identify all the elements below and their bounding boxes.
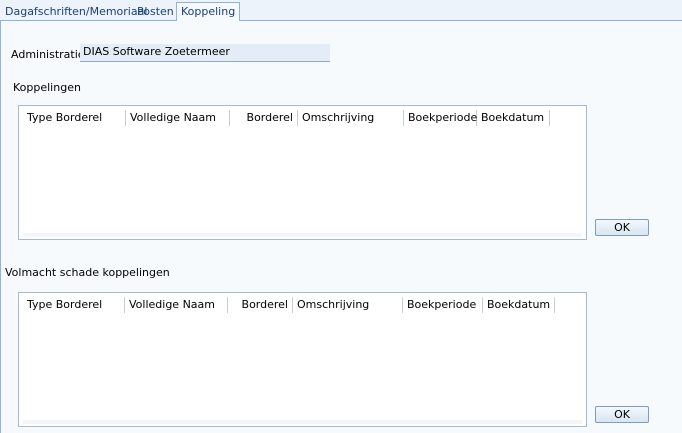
koppelingen-grid-body: Type Borderel Volledige Naam Borderel Om… bbox=[23, 110, 582, 235]
volmacht-col-boekperiode[interactable]: Boekperiode bbox=[403, 297, 483, 313]
volmacht-col-boekdatum[interactable]: Boekdatum bbox=[483, 297, 555, 313]
administratie-field[interactable]: DIAS Software Zoetermeer bbox=[80, 44, 330, 62]
tab-strip: Dagafschriften/Memoriaal Posten Koppelin… bbox=[0, 0, 682, 22]
koppelingen-col-borderel[interactable]: Borderel bbox=[230, 110, 298, 126]
tab-koppeling[interactable]: Koppeling bbox=[176, 2, 241, 22]
volmacht-grid-scrollbar[interactable] bbox=[23, 420, 582, 424]
volmacht-col-borderel[interactable]: Borderel bbox=[228, 297, 293, 313]
koppelingen-col-omschrijving[interactable]: Omschrijving bbox=[298, 110, 404, 126]
volmacht-ok-button[interactable]: OK bbox=[595, 406, 649, 423]
koppelingen-title: Koppelingen bbox=[13, 81, 81, 94]
koppeling-panel: Administratie DIAS Software Zoetermeer K… bbox=[0, 21, 682, 433]
tab-posten[interactable]: Posten bbox=[135, 4, 176, 21]
koppelingen-col-volledige-naam[interactable]: Volledige Naam bbox=[126, 110, 230, 126]
koppelingen-col-type-borderel[interactable]: Type Borderel bbox=[23, 110, 126, 126]
koppelingen-col-boekdatum[interactable]: Boekdatum bbox=[477, 110, 550, 126]
volmacht-col-omschrijving[interactable]: Omschrijving bbox=[293, 297, 403, 313]
volmacht-col-type-borderel[interactable]: Type Borderel bbox=[23, 297, 125, 313]
koppelingen-col-boekperiode[interactable]: Boekperiode bbox=[404, 110, 477, 126]
volmacht-grid-body: Type Borderel Volledige Naam Borderel Om… bbox=[23, 297, 582, 422]
koppelingen-grid[interactable]: Type Borderel Volledige Naam Borderel Om… bbox=[18, 105, 587, 240]
koppelingen-grid-scrollbar[interactable] bbox=[23, 233, 582, 237]
volmacht-title: Volmacht schade koppelingen bbox=[5, 266, 170, 279]
koppelingen-ok-button[interactable]: OK bbox=[595, 219, 649, 236]
tab-dagafschriften-memoriaal[interactable]: Dagafschriften/Memoriaal bbox=[3, 4, 149, 21]
administratie-label: Administratie bbox=[11, 48, 85, 61]
volmacht-grid[interactable]: Type Borderel Volledige Naam Borderel Om… bbox=[18, 292, 587, 427]
volmacht-col-volledige-naam[interactable]: Volledige Naam bbox=[125, 297, 228, 313]
